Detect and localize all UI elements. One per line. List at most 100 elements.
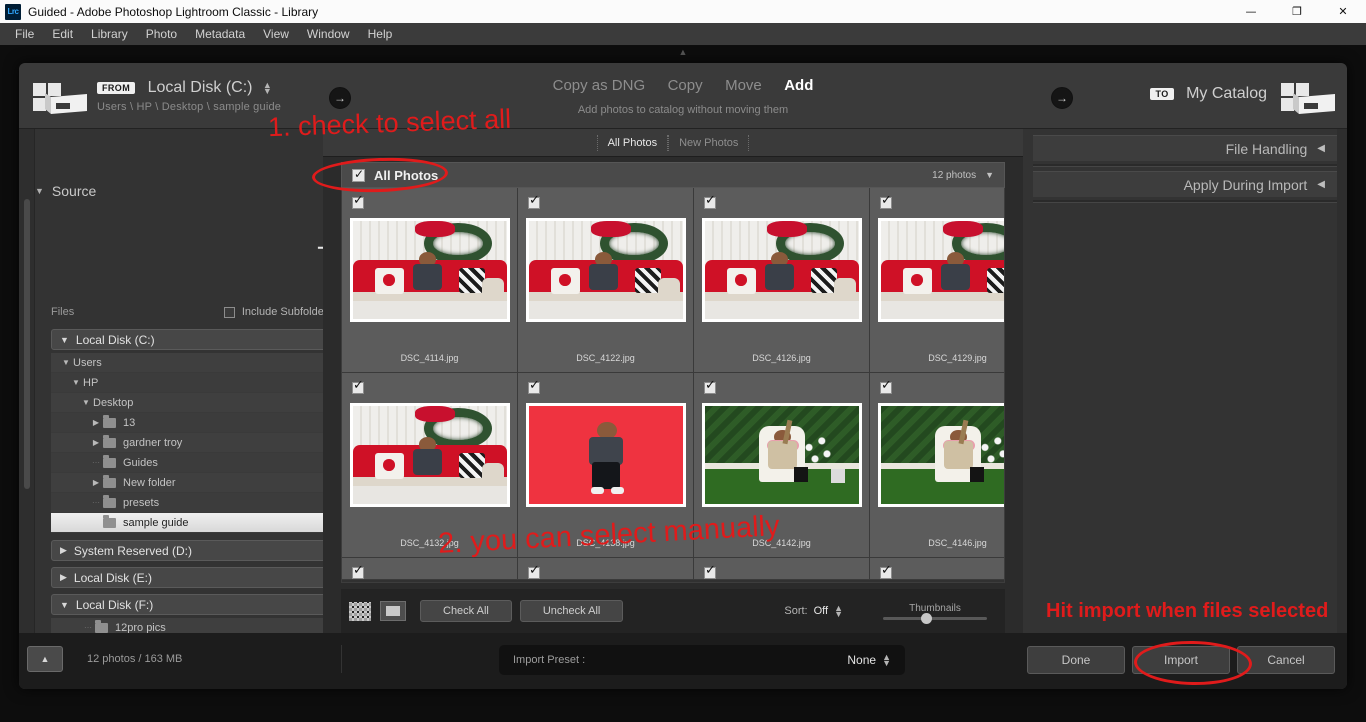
expand-triangle-icon[interactable]: ▶ — [89, 478, 103, 487]
photo-checkbox[interactable] — [704, 563, 716, 579]
photo-checkbox[interactable] — [352, 378, 364, 394]
tree-drive-local-disk-c[interactable]: ▼ Local Disk (C:) — [51, 329, 333, 350]
photo-thumbnail[interactable] — [878, 403, 1004, 507]
photo-cell[interactable]: DSC_4138.jpg — [518, 373, 694, 558]
photo-checkbox[interactable] — [880, 378, 892, 394]
tree-folder-sample-guide[interactable]: sample guide — [51, 513, 333, 533]
maximize-icon[interactable]: ❐ — [1274, 0, 1320, 23]
photo-thumbnail[interactable] — [350, 403, 510, 507]
import-preset-value[interactable]: None ▲ ▼ — [847, 653, 891, 668]
mode-add[interactable]: Add — [784, 77, 813, 94]
sort-spinner-icon[interactable]: ▲ ▼ — [834, 604, 843, 619]
photo-checkbox[interactable] — [704, 378, 716, 394]
close-icon[interactable]: ✕ — [1320, 0, 1366, 23]
uncheck-all-button[interactable]: Uncheck All — [519, 600, 624, 622]
left-panel-scrollbar[interactable] — [24, 199, 30, 489]
sort-control[interactable]: Sort: Off ▲ ▼ — [784, 604, 843, 619]
tree-folder-guides[interactable]: ⋯ Guides — [51, 453, 333, 473]
expand-triangle-icon[interactable]: ▼ — [60, 600, 69, 610]
photo-checkbox[interactable] — [880, 193, 892, 209]
sort-value[interactable]: Off — [814, 605, 828, 617]
photo-thumbnail[interactable] — [526, 218, 686, 322]
expand-triangle-icon[interactable]: ▶ — [60, 545, 67, 556]
expand-triangle-icon[interactable]: ▼ — [59, 358, 73, 367]
menu-item-help[interactable]: Help — [359, 24, 402, 44]
done-button[interactable]: Done — [1027, 646, 1125, 674]
tree-node-desktop[interactable]: ▼ Desktop — [51, 393, 333, 413]
right-panel-handle[interactable] — [1337, 129, 1347, 633]
expand-triangle-icon[interactable]: ▶ — [89, 418, 103, 427]
tree-folder-new-folder[interactable]: ▶ New folder — [51, 473, 333, 493]
photo-cell[interactable] — [518, 558, 694, 580]
expand-triangle-icon[interactable]: ▼ — [79, 398, 93, 407]
select-all-checkbox[interactable] — [352, 167, 365, 182]
photo-checkbox[interactable] — [704, 193, 716, 209]
import-button[interactable]: Import — [1132, 646, 1230, 674]
tree-drive-local-disk-f[interactable]: ▼ Local Disk (F:) — [51, 594, 333, 615]
source-collapse-icon[interactable]: ▼ — [35, 186, 44, 196]
tree-drive-local-disk-e[interactable]: ▶ Local Disk (E:) — [51, 567, 333, 588]
menu-item-view[interactable]: View — [254, 24, 298, 44]
include-subfolders-toggle[interactable]: Include Subfolders — [223, 306, 333, 318]
photo-cell[interactable]: DSC_4122.jpg — [518, 188, 694, 373]
photo-checkbox[interactable] — [880, 563, 892, 579]
loupe-view-icon[interactable] — [380, 601, 406, 621]
preset-spinner-icon[interactable]: ▲ ▼ — [882, 653, 891, 668]
include-subfolders-checkbox-icon[interactable] — [223, 306, 235, 318]
top-panel-grabber-icon[interactable]: ▲ — [679, 47, 688, 57]
photo-cell[interactable]: DSC_4129.jpg — [870, 188, 1004, 373]
panel-file-handling[interactable]: File Handling ◀ — [1033, 135, 1337, 161]
menu-item-photo[interactable]: Photo — [137, 24, 186, 44]
expand-triangle-icon[interactable]: ▶ — [89, 438, 103, 447]
import-preset-control[interactable]: Import Preset : None ▲ ▼ — [499, 645, 905, 675]
collapse-triangle-icon[interactable]: ◀ — [1317, 179, 1325, 190]
tree-folder-gardner-troy[interactable]: ▶ gardner troy — [51, 433, 333, 453]
mode-move[interactable]: Move — [725, 77, 762, 94]
expand-triangle-icon[interactable]: ▶ — [60, 572, 67, 583]
mode-copy-as-dng[interactable]: Copy as DNG — [553, 77, 646, 94]
photo-thumbnail[interactable] — [878, 218, 1004, 322]
tab-new-photos[interactable]: New Photos — [668, 134, 750, 151]
photo-cell[interactable]: DSC_4126.jpg — [694, 188, 870, 373]
tree-folder-13[interactable]: ▶ 13 — [51, 413, 333, 433]
tree-folder-presets[interactable]: ⋯ presets — [51, 493, 333, 513]
photo-cell[interactable] — [694, 558, 870, 580]
tree-node-users[interactable]: ▼ Users — [51, 353, 333, 373]
mode-copy[interactable]: Copy — [668, 77, 703, 94]
collapse-dialog-button[interactable]: ▲ — [27, 646, 63, 672]
panel-apply-during-import[interactable]: Apply During Import ◀ — [1033, 171, 1337, 197]
photo-cell[interactable] — [870, 558, 1004, 580]
check-all-button[interactable]: Check All — [420, 600, 512, 622]
menu-item-metadata[interactable]: Metadata — [186, 24, 254, 44]
menu-item-library[interactable]: Library — [82, 24, 137, 44]
photo-cell[interactable]: DSC_4132.jpg — [342, 373, 518, 558]
menu-item-window[interactable]: Window — [298, 24, 359, 44]
photo-checkbox[interactable] — [352, 563, 364, 579]
photo-thumbnail[interactable] — [526, 403, 686, 507]
menu-item-edit[interactable]: Edit — [43, 24, 82, 44]
menu-item-file[interactable]: File — [6, 24, 43, 44]
photo-thumbnail[interactable] — [702, 403, 862, 507]
collapse-triangle-icon[interactable]: ◀ — [1317, 143, 1325, 154]
grid-view-icon[interactable] — [349, 601, 371, 621]
left-panel-handle[interactable] — [19, 129, 35, 633]
thumbnail-size-slider[interactable] — [883, 612, 987, 624]
tree-node-hp[interactable]: ▼ HP — [51, 373, 333, 393]
photo-checkbox[interactable] — [528, 193, 540, 209]
photo-thumbnail[interactable] — [702, 218, 862, 322]
photo-cell[interactable]: DSC_4114.jpg — [342, 188, 518, 373]
photo-cell[interactable]: DSC_4142.jpg — [694, 373, 870, 558]
tree-drive-system-reserved-d[interactable]: ▶ System Reserved (D:) — [51, 540, 333, 561]
thumbnail-size-control[interactable]: Thumbnails — [883, 603, 987, 624]
cancel-button[interactable]: Cancel — [1237, 646, 1335, 674]
photo-thumbnail[interactable] — [350, 218, 510, 322]
photo-checkbox[interactable] — [528, 378, 540, 394]
slider-knob[interactable] — [921, 612, 932, 624]
photo-cell[interactable]: DSC_4146.jpg — [870, 373, 1004, 558]
photo-checkbox[interactable] — [352, 193, 364, 209]
expand-triangle-icon[interactable]: ▼ — [60, 335, 69, 345]
source-panel-header[interactable]: ▼ Source — [35, 183, 323, 199]
tab-all-photos[interactable]: All Photos — [596, 134, 669, 151]
minimize-icon[interactable]: — — [1228, 0, 1274, 23]
catalog-name[interactable]: My Catalog — [1186, 85, 1267, 103]
